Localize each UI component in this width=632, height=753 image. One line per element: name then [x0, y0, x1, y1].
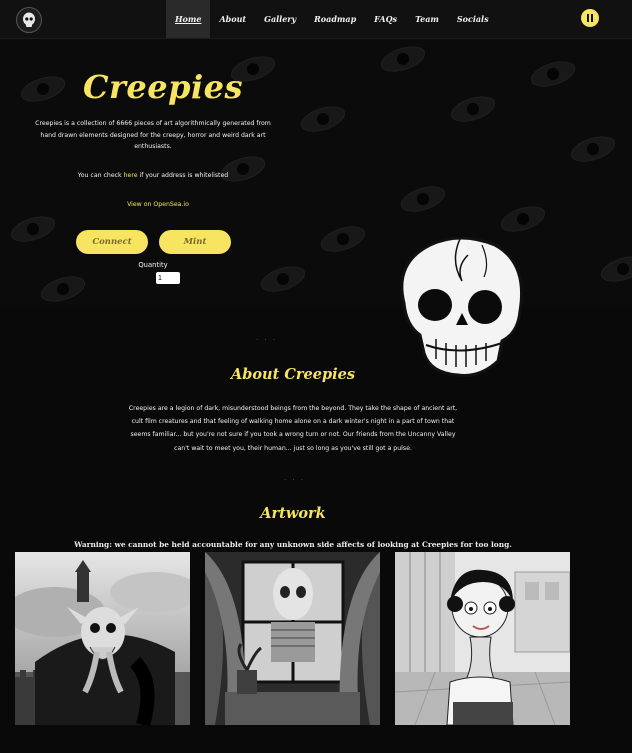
opensea-link[interactable]: View on OpenSea.io [127, 201, 189, 208]
quantity-input[interactable] [156, 272, 180, 284]
nav-item-about[interactable]: About [210, 0, 255, 38]
opensea-link-wrap: View on OpenSea.io [0, 201, 316, 208]
eye-pattern-icon [567, 131, 619, 167]
nav-menu: Home About Gallery Roadmap FAQs Team Soc… [166, 0, 498, 38]
nav-item-home[interactable]: Home [166, 0, 211, 38]
eye-pattern-icon [497, 201, 549, 237]
artwork-image-vampire [15, 552, 190, 725]
pause-icon-bar [591, 14, 593, 22]
hero-title: Creepies [83, 68, 243, 106]
eye-pattern-icon [447, 91, 499, 127]
hero-section: Creepies Creepies is a collection of 666… [0, 38, 632, 306]
artwork-image-window [205, 552, 380, 725]
content-section: · · · About Creepies Creepies are a legi… [0, 306, 632, 753]
nav-item-roadmap[interactable]: Roadmap [305, 0, 365, 38]
eye-pattern-icon [377, 41, 429, 77]
check-suffix: if your address is whitelisted [137, 172, 229, 179]
eye-pattern-icon [397, 181, 449, 217]
nav-item-socials[interactable]: Socials [448, 0, 498, 38]
eye-pattern-icon [7, 211, 59, 247]
whitelist-check-text: You can check here if your address is wh… [0, 172, 306, 179]
pause-music-button[interactable] [581, 9, 599, 27]
eye-pattern-icon [297, 101, 349, 137]
top-nav: Home About Gallery Roadmap FAQs Team Soc… [0, 0, 632, 39]
about-text: Creepies are a legion of dark, misunders… [128, 405, 458, 452]
nav-item-team[interactable]: Team [406, 0, 448, 38]
check-prefix: You can check [77, 172, 124, 179]
eye-pattern-icon [597, 251, 632, 287]
artwork-image-hallway [395, 552, 570, 725]
eye-pattern-icon [527, 56, 579, 92]
pause-icon [587, 14, 589, 22]
eye-pattern-icon [37, 271, 89, 306]
eye-pattern-icon [217, 151, 269, 187]
skull-illustration [390, 233, 530, 387]
nav-item-gallery[interactable]: Gallery [255, 0, 305, 38]
whitelist-check-link[interactable]: here [124, 172, 138, 179]
artwork-title: Artwork [260, 505, 326, 522]
nav-item-faqs[interactable]: FAQs [365, 0, 406, 38]
mint-button[interactable]: Mint [159, 230, 231, 254]
skull-logo-icon[interactable] [16, 7, 42, 33]
connect-button[interactable]: Connect [76, 230, 148, 254]
divider-dots: · · · [284, 476, 306, 484]
divider-dots: · · · [256, 336, 278, 344]
quantity-label: Quantity [138, 261, 168, 269]
eye-pattern-icon [317, 221, 369, 257]
eye-pattern-icon [257, 261, 309, 297]
artwork-warning: Warning: we cannot be held accountable f… [74, 540, 512, 549]
hero-description: Creepies is a collection of 6666 pieces … [35, 120, 271, 150]
